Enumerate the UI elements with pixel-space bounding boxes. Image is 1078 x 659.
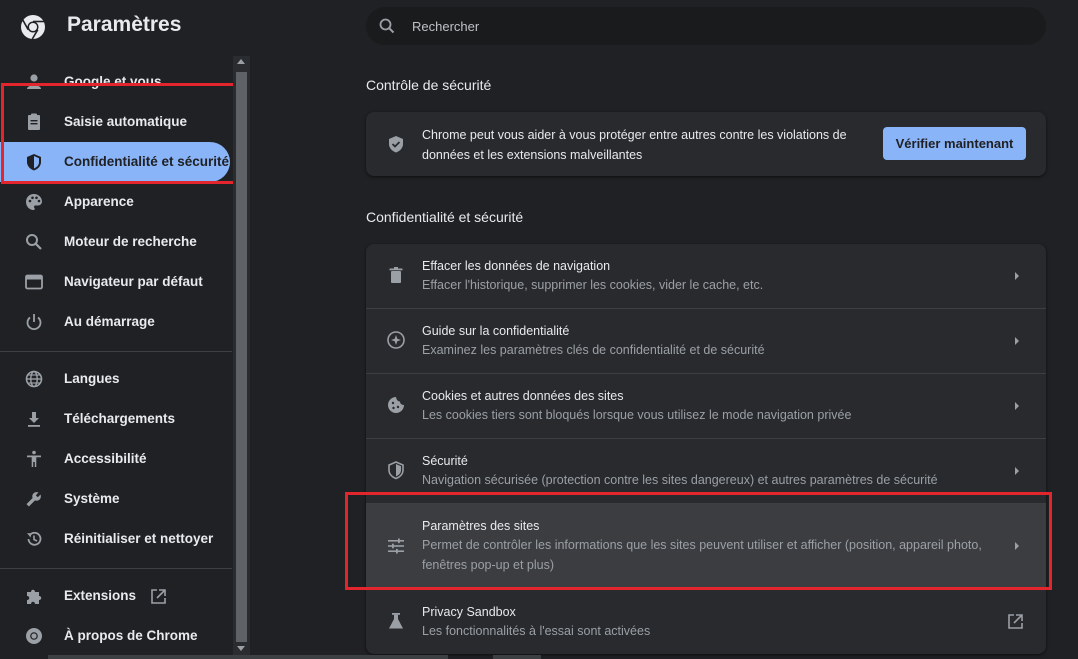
row-clear-browsing-data[interactable]: Effacer les données de navigation Efface…: [366, 244, 1046, 308]
restore-icon: [27, 531, 42, 546]
search-input[interactable]: [412, 7, 1012, 45]
sidebar-item-label: Saisie automatique: [64, 114, 188, 129]
scroll-up-icon[interactable]: [237, 59, 245, 64]
page-title: Paramètres: [67, 13, 182, 36]
sidebar-item-label: Langues: [64, 371, 120, 386]
sidebar-item-accessibility[interactable]: Accessibilité: [0, 439, 232, 479]
sidebar-item-label: Accessibilité: [64, 451, 147, 466]
row-subtitle: Les cookies tiers sont bloqués lorsque v…: [422, 408, 852, 422]
puzzle-icon: [27, 589, 42, 604]
clipboard-icon: [28, 113, 40, 130]
sidebar-item-about[interactable]: À propos de Chrome: [0, 616, 232, 656]
person-icon: [27, 74, 41, 89]
sidebar-item-label: Téléchargements: [64, 411, 176, 426]
sidebar-item-languages[interactable]: Langues: [0, 359, 232, 399]
sidebar-item-label: Réinitialiser et nettoyer: [64, 531, 214, 546]
horizontal-scrollbar: [48, 655, 448, 659]
row-title: Privacy Sandbox: [422, 605, 516, 619]
sidebar: Google et vous Saisie automatique Confid…: [0, 56, 232, 659]
sidebar-item-google[interactable]: Google et vous: [0, 62, 232, 102]
sidebar-item-appearance[interactable]: Apparence: [0, 182, 232, 222]
open-external-icon: [151, 589, 166, 604]
trash-icon: [389, 267, 403, 283]
sidebar-item-label: Confidentialité et sécurité: [64, 154, 230, 169]
sliders-icon: [388, 538, 404, 554]
sidebar-item-extensions[interactable]: Extensions: [0, 576, 232, 616]
row-title: Sécurité: [422, 454, 468, 468]
sidebar-item-reset[interactable]: Réinitialiser et nettoyer: [0, 519, 232, 559]
chevron-right-icon: [1015, 542, 1019, 550]
sidebar-item-autofill[interactable]: Saisie automatique: [0, 102, 232, 142]
row-subtitle: Examinez les paramètres clés de confiden…: [422, 343, 765, 357]
shield-check-icon: [389, 136, 403, 153]
sidebar-divider: [0, 351, 232, 352]
sidebar-item-system[interactable]: Système: [0, 479, 232, 519]
sidebar-item-label: Système: [64, 491, 120, 506]
privacy-section-title: Confidentialité et sécurité: [366, 209, 524, 225]
horizontal-scrollbar-thumb: [493, 655, 541, 659]
shield-icon: [388, 461, 404, 480]
sidebar-item-privacy[interactable]: Confidentialité et sécurité: [0, 142, 230, 182]
sidebar-item-label: Navigateur par défaut: [64, 274, 203, 289]
sidebar-item-startup[interactable]: Au démarrage: [0, 302, 232, 342]
sidebar-scrollbar[interactable]: [233, 56, 250, 659]
sidebar-item-label: Moteur de recherche: [64, 234, 197, 249]
row-subtitle: Effacer l'historique, supprimer les cook…: [422, 278, 764, 292]
sidebar-item-label: Au démarrage: [64, 314, 155, 329]
privacy-card: Effacer les données de navigation Efface…: [366, 244, 1046, 654]
row-title: Effacer les données de navigation: [422, 259, 611, 273]
wrench-icon: [26, 492, 41, 507]
row-privacy-sandbox[interactable]: Privacy Sandbox Les fonctionnalités à l'…: [366, 590, 1046, 654]
scroll-down-icon[interactable]: [237, 646, 245, 651]
sidebar-item-downloads[interactable]: Téléchargements: [0, 399, 232, 439]
download-icon: [28, 412, 40, 427]
row-title: Cookies et autres données des sites: [422, 389, 624, 403]
row-title: Guide sur la confidentialité: [422, 324, 570, 338]
chevron-right-icon: [1015, 402, 1019, 410]
safety-check-text: Chrome peut vous aider à vous protéger e…: [422, 128, 847, 162]
row-subtitle: Les fonctionnalités à l'essai sont activ…: [422, 624, 651, 638]
safety-check-card: Chrome peut vous aider à vous protéger e…: [366, 112, 1046, 176]
safety-check-title: Contrôle de sécurité: [366, 77, 492, 93]
row-title: Paramètres des sites: [422, 519, 540, 533]
sidebar-item-label: Extensions: [64, 588, 137, 603]
row-subtitle: Permet de contrôler les informations que…: [422, 538, 982, 572]
cookie-icon: [388, 397, 404, 413]
accessibility-icon: [27, 450, 41, 467]
row-site-settings[interactable]: Paramètres des sites Permet de contrôler…: [366, 504, 1046, 589]
sidebar-item-search-engine[interactable]: Moteur de recherche: [0, 222, 232, 262]
search-icon: [26, 234, 42, 250]
check-now-button[interactable]: Vérifier maintenant: [883, 127, 1026, 160]
scrollbar-thumb[interactable]: [236, 72, 247, 642]
palette-icon: [26, 194, 42, 210]
sidebar-item-label: Apparence: [64, 194, 134, 209]
sidebar-divider: [0, 568, 232, 569]
row-privacy-guide[interactable]: Guide sur la confidentialité Examinez le…: [366, 309, 1046, 373]
sidebar-item-label: À propos de Chrome: [64, 628, 198, 643]
chevron-right-icon: [1015, 272, 1019, 280]
browser-icon: [25, 274, 43, 290]
chrome-logo-icon: [21, 15, 45, 40]
globe-icon: [25, 370, 43, 388]
chevron-right-icon: [1015, 337, 1019, 345]
row-security[interactable]: Sécurité Navigation sécurisée (protectio…: [366, 439, 1046, 503]
sidebar-item-default-browser[interactable]: Navigateur par défaut: [0, 262, 232, 302]
sidebar-item-label: Google et vous: [64, 74, 162, 89]
app-header: Paramètres: [0, 0, 1078, 56]
row-subtitle: Navigation sécurisée (protection contre …: [422, 473, 938, 487]
compass-icon: [387, 331, 405, 349]
flask-icon: [389, 613, 403, 629]
row-cookies[interactable]: Cookies et autres données des sites Les …: [366, 374, 1046, 438]
search-icon: [379, 18, 395, 34]
chevron-right-icon: [1015, 467, 1019, 475]
power-icon: [26, 314, 42, 331]
chrome-icon: [26, 628, 42, 644]
shield-icon: [27, 154, 41, 171]
main-content: Contrôle de sécurité Chrome peut vous ai…: [250, 56, 1078, 659]
open-external-icon: [1008, 614, 1023, 629]
search-box[interactable]: [366, 7, 1046, 45]
